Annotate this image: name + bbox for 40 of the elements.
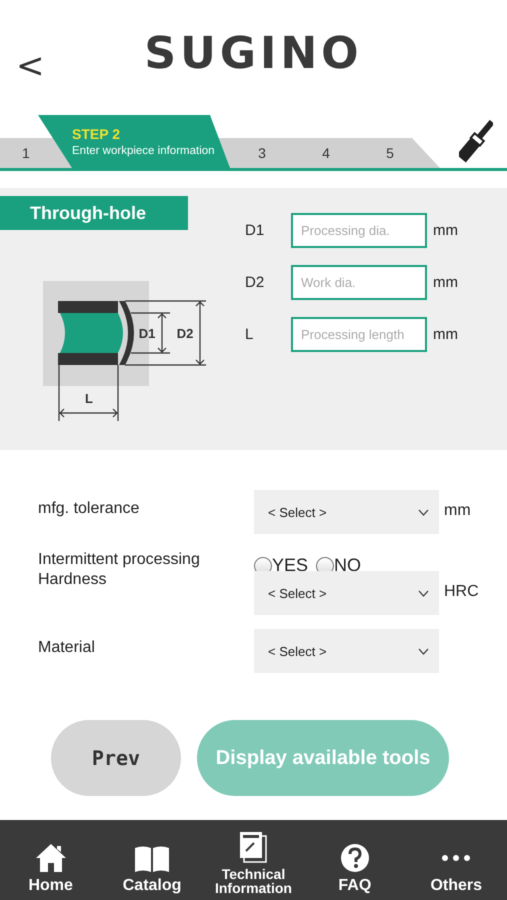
select-dropdown[interactable]: < Select >	[254, 571, 439, 615]
nav-tab[interactable]: Catalog	[104, 821, 200, 899]
nav-tab[interactable]: Home	[3, 821, 98, 899]
input-field[interactable]: Processing dia.	[291, 213, 427, 248]
help-icon	[340, 843, 370, 873]
input-field[interactable]: Processing length	[291, 317, 427, 352]
nav-tab[interactable]: FAQ	[307, 821, 402, 899]
chevron-down-icon	[418, 590, 429, 596]
more-icon	[441, 855, 472, 861]
step-tab[interactable]: 1	[0, 138, 38, 168]
step-tab[interactable]: 4	[294, 138, 358, 168]
field-label: Material	[38, 638, 96, 657]
nav-tab[interactable]: Others	[408, 821, 504, 899]
book-icon	[134, 845, 170, 873]
unit-label: HRC	[444, 582, 479, 601]
unit-label: mm	[433, 274, 458, 291]
hole-type-label: Through-hole	[0, 196, 188, 230]
prev-button[interactable]: Prev	[51, 720, 181, 796]
logo: SUGINO	[144, 28, 363, 79]
field-label: Intermittent processing	[38, 551, 201, 569]
dimension-label: D2	[245, 274, 266, 291]
back-button[interactable]: <	[16, 46, 44, 86]
step-tab[interactable]: 5	[358, 138, 422, 168]
workpiece-drawing: D1 D2 L	[43, 281, 207, 422]
dimension-label: D1	[245, 222, 266, 239]
step-tab[interactable]: 3	[230, 138, 294, 168]
field-label: Hardness	[38, 571, 108, 589]
dimension-label: L	[245, 326, 254, 343]
select-dropdown[interactable]: < Select >	[254, 490, 439, 534]
document-icon	[239, 831, 268, 863]
home-icon	[34, 843, 67, 873]
chevron-down-icon	[418, 648, 429, 654]
chevron-down-icon	[418, 508, 429, 516]
field-label: mfg. tolerance	[38, 499, 140, 518]
unit-label: mm	[433, 222, 458, 239]
unit-label: mm	[444, 501, 471, 520]
select-dropdown[interactable]: < Select >	[254, 629, 439, 673]
input-field[interactable]: Work dia.	[291, 265, 427, 300]
unit-label: mm	[433, 326, 458, 343]
nav-tab[interactable]: Technical Information	[206, 821, 301, 899]
